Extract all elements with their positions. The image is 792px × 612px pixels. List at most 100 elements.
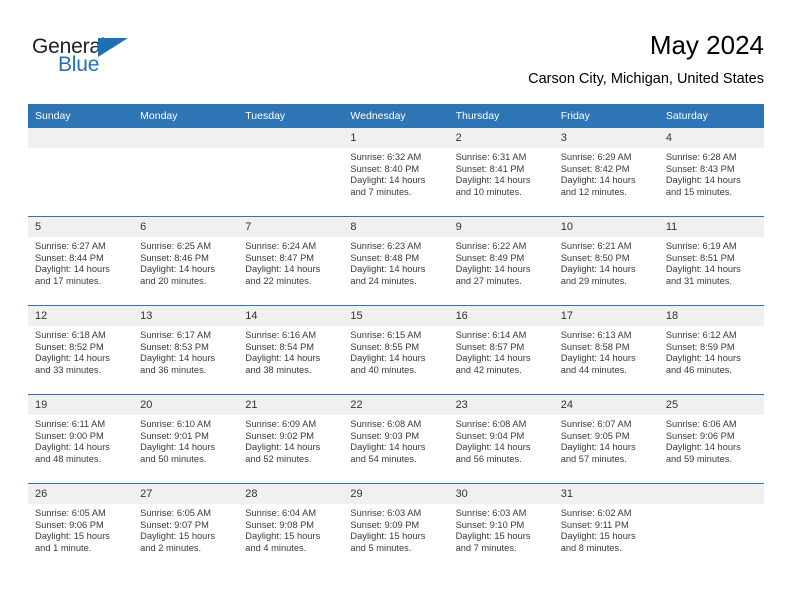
calendar-day-cell[interactable]: 12 Sunrise: 6:18 AM Sunset: 8:52 PM Dayligh… bbox=[28, 305, 134, 395]
sunset-text: Sunset: 9:00 PM bbox=[35, 430, 104, 441]
daylight-text: Daylight: 14 hours bbox=[245, 264, 321, 275]
sunset-text: Sunset: 8:48 PM bbox=[350, 252, 420, 263]
calendar-day-cell[interactable]: 22 Sunrise: 6:08 AM Sunset: 9:03 PM Dayligh… bbox=[343, 394, 449, 484]
daylight-text: Daylight: 14 hours bbox=[560, 353, 636, 364]
daylight-text-cont: and 8 minutes. bbox=[560, 542, 622, 553]
daylight-text-cont: and 46 minutes. bbox=[665, 364, 732, 375]
calendar-day-cell[interactable]: 16 Sunrise: 6:14 AM Sunset: 8:57 PM Dayligh… bbox=[448, 305, 554, 395]
calendar-day-cell[interactable]: 27 Sunrise: 6:05 AM Sunset: 9:07 PM Dayligh… bbox=[133, 483, 239, 572]
calendar-day-cell[interactable]: 14 Sunrise: 6:16 AM Sunset: 8:54 PM Dayligh… bbox=[238, 305, 344, 395]
day-number: 13 bbox=[133, 306, 239, 326]
day-details: Sunrise: 6:06 AM Sunset: 9:06 PM Daylight:… bbox=[659, 415, 764, 465]
sunset-text: Sunset: 8:53 PM bbox=[140, 341, 209, 352]
calendar-day-cell[interactable]: 24 Sunrise: 6:07 AM Sunset: 9:05 PM Dayligh… bbox=[553, 394, 659, 484]
daylight-text-cont: and 17 minutes. bbox=[35, 275, 102, 286]
sunrise-text: Sunrise: 6:16 AM bbox=[245, 330, 317, 340]
daylight-text: Daylight: 14 hours bbox=[455, 264, 531, 275]
calendar-day-cell[interactable]: 1 Sunrise: 6:32 AM Sunset: 8:40 PM Daylight… bbox=[343, 128, 449, 217]
day-cell-inner: 20 Sunrise: 6:10 AM Sunset: 9:01 PM Dayligh… bbox=[133, 395, 239, 483]
day-details: Sunrise: 6:17 AM Sunset: 8:53 PM Daylight:… bbox=[133, 326, 238, 376]
calendar-day-cell[interactable]: 10 Sunrise: 6:21 AM Sunset: 8:50 PM Dayligh… bbox=[553, 216, 659, 306]
daylight-text-cont: and 50 minutes. bbox=[140, 453, 207, 464]
calendar-day-cell[interactable]: 3 Sunrise: 6:29 AM Sunset: 8:42 PM Daylight… bbox=[553, 128, 659, 217]
sunrise-text: Sunrise: 6:06 AM bbox=[665, 419, 737, 429]
sunset-text: Sunset: 9:06 PM bbox=[665, 430, 735, 441]
calendar-day-cell[interactable]: 18 Sunrise: 6:12 AM Sunset: 8:59 PM Dayligh… bbox=[658, 305, 764, 395]
day-number bbox=[238, 128, 344, 148]
sunrise-text: Sunrise: 6:09 AM bbox=[245, 419, 317, 429]
day-details: Sunrise: 6:11 AM Sunset: 9:00 PM Daylight:… bbox=[28, 415, 133, 465]
daylight-text-cont: and 48 minutes. bbox=[35, 453, 102, 464]
calendar-day-cell[interactable]: 7 Sunrise: 6:24 AM Sunset: 8:47 PM Daylight… bbox=[238, 216, 344, 306]
calendar-day-cell[interactable]: 11 Sunrise: 6:19 AM Sunset: 8:51 PM Dayligh… bbox=[658, 216, 764, 306]
daylight-text: Daylight: 14 hours bbox=[665, 175, 741, 186]
calendar-day-cell[interactable]: 28 Sunrise: 6:04 AM Sunset: 9:08 PM Dayligh… bbox=[238, 483, 344, 572]
day-cell-inner: 14 Sunrise: 6:16 AM Sunset: 8:54 PM Dayligh… bbox=[238, 306, 344, 394]
calendar-day-cell[interactable]: 21 Sunrise: 6:09 AM Sunset: 9:02 PM Dayligh… bbox=[238, 394, 344, 484]
sunrise-text: Sunrise: 6:17 AM bbox=[140, 330, 211, 340]
calendar-day-cell[interactable]: 19 Sunrise: 6:11 AM Sunset: 9:00 PM Dayligh… bbox=[28, 394, 134, 484]
sunset-text: Sunset: 8:46 PM bbox=[140, 252, 209, 263]
sunset-text: Sunset: 9:08 PM bbox=[245, 519, 315, 530]
calendar-week-row: 19 Sunrise: 6:11 AM Sunset: 9:00 PM Dayligh… bbox=[28, 394, 764, 484]
day-number bbox=[133, 128, 239, 148]
day-cell-inner: 31 Sunrise: 6:02 AM Sunset: 9:11 PM Dayligh… bbox=[553, 484, 659, 572]
sunset-text: Sunset: 8:42 PM bbox=[560, 163, 630, 174]
daylight-text: Daylight: 14 hours bbox=[455, 353, 531, 364]
calendar-day-cell[interactable]: 30 Sunrise: 6:03 AM Sunset: 9:10 PM Dayligh… bbox=[448, 483, 554, 572]
day-number bbox=[28, 128, 134, 148]
day-number: 12 bbox=[28, 306, 134, 326]
day-details: Sunrise: 6:32 AM Sunset: 8:40 PM Daylight:… bbox=[343, 148, 448, 198]
calendar-day-cell[interactable]: 23 Sunrise: 6:08 AM Sunset: 9:04 PM Dayligh… bbox=[448, 394, 554, 484]
day-number: 30 bbox=[448, 484, 554, 504]
daylight-text: Daylight: 14 hours bbox=[665, 442, 741, 453]
daylight-text-cont: and 29 minutes. bbox=[560, 275, 627, 286]
calendar-day-cell[interactable]: 2 Sunrise: 6:31 AM Sunset: 8:41 PM Daylight… bbox=[448, 128, 554, 217]
calendar-day-cell[interactable]: 17 Sunrise: 6:13 AM Sunset: 8:58 PM Dayligh… bbox=[553, 305, 659, 395]
day-cell-inner bbox=[133, 128, 239, 216]
sunset-text: Sunset: 8:59 PM bbox=[665, 341, 735, 352]
day-number: 15 bbox=[343, 306, 449, 326]
sunrise-text: Sunrise: 6:14 AM bbox=[455, 330, 527, 340]
calendar-day-cell[interactable]: 9 Sunrise: 6:22 AM Sunset: 8:49 PM Daylight… bbox=[448, 216, 554, 306]
day-details: Sunrise: 6:16 AM Sunset: 8:54 PM Daylight:… bbox=[238, 326, 343, 376]
sunrise-text: Sunrise: 6:07 AM bbox=[560, 419, 632, 429]
daylight-text: Daylight: 15 hours bbox=[350, 531, 426, 542]
calendar-day-cell[interactable]: 5 Sunrise: 6:27 AM Sunset: 8:44 PM Daylight… bbox=[28, 216, 134, 306]
calendar-day-cell[interactable]: 25 Sunrise: 6:06 AM Sunset: 9:06 PM Dayligh… bbox=[658, 394, 764, 484]
calendar-week-row: 5 Sunrise: 6:27 AM Sunset: 8:44 PM Daylight… bbox=[28, 216, 764, 306]
calendar-day-cell[interactable]: 8 Sunrise: 6:23 AM Sunset: 8:48 PM Daylight… bbox=[343, 216, 449, 306]
day-number: 19 bbox=[28, 395, 134, 415]
day-cell-inner: 22 Sunrise: 6:08 AM Sunset: 9:03 PM Dayligh… bbox=[343, 395, 449, 483]
day-cell-inner: 7 Sunrise: 6:24 AM Sunset: 8:47 PM Daylight… bbox=[238, 217, 344, 305]
sunrise-text: Sunrise: 6:18 AM bbox=[35, 330, 106, 340]
sunset-text: Sunset: 8:43 PM bbox=[665, 163, 735, 174]
calendar-day-cell[interactable]: 20 Sunrise: 6:10 AM Sunset: 9:01 PM Dayligh… bbox=[133, 394, 239, 484]
daylight-text-cont: and 56 minutes. bbox=[455, 453, 522, 464]
day-number: 2 bbox=[448, 128, 554, 148]
day-number: 27 bbox=[133, 484, 239, 504]
calendar-cell-empty bbox=[238, 128, 344, 217]
calendar-day-cell[interactable]: 4 Sunrise: 6:28 AM Sunset: 8:43 PM Daylight… bbox=[658, 128, 764, 217]
calendar-day-cell[interactable]: 13 Sunrise: 6:17 AM Sunset: 8:53 PM Dayligh… bbox=[133, 305, 239, 395]
calendar-day-cell[interactable]: 26 Sunrise: 6:05 AM Sunset: 9:06 PM Dayligh… bbox=[28, 483, 134, 572]
calendar-week-row: 26 Sunrise: 6:05 AM Sunset: 9:06 PM Dayligh… bbox=[28, 483, 764, 572]
daylight-text-cont: and 36 minutes. bbox=[140, 364, 207, 375]
day-cell-inner: 27 Sunrise: 6:05 AM Sunset: 9:07 PM Dayligh… bbox=[133, 484, 239, 572]
calendar-day-cell[interactable]: 31 Sunrise: 6:02 AM Sunset: 9:11 PM Dayligh… bbox=[553, 483, 659, 572]
calendar-day-cell[interactable]: 15 Sunrise: 6:15 AM Sunset: 8:55 PM Dayligh… bbox=[343, 305, 449, 395]
day-cell-inner: 23 Sunrise: 6:08 AM Sunset: 9:04 PM Dayligh… bbox=[448, 395, 554, 483]
day-cell-inner bbox=[238, 128, 344, 216]
daylight-text-cont: and 59 minutes. bbox=[665, 453, 732, 464]
brand-logo[interactable]: General Blue bbox=[32, 36, 152, 84]
daylight-text: Daylight: 14 hours bbox=[560, 442, 636, 453]
day-number: 18 bbox=[658, 306, 764, 326]
day-details: Sunrise: 6:25 AM Sunset: 8:46 PM Daylight:… bbox=[133, 237, 238, 287]
day-number: 14 bbox=[238, 306, 344, 326]
sunset-text: Sunset: 8:41 PM bbox=[455, 163, 525, 174]
day-number: 10 bbox=[553, 217, 659, 237]
day-cell-inner: 1 Sunrise: 6:32 AM Sunset: 8:40 PM Daylight… bbox=[343, 128, 449, 216]
sunset-text: Sunset: 8:49 PM bbox=[455, 252, 525, 263]
calendar-day-cell[interactable]: 6 Sunrise: 6:25 AM Sunset: 8:46 PM Daylight… bbox=[133, 216, 239, 306]
calendar-day-cell[interactable]: 29 Sunrise: 6:03 AM Sunset: 9:09 PM Dayligh… bbox=[343, 483, 449, 572]
